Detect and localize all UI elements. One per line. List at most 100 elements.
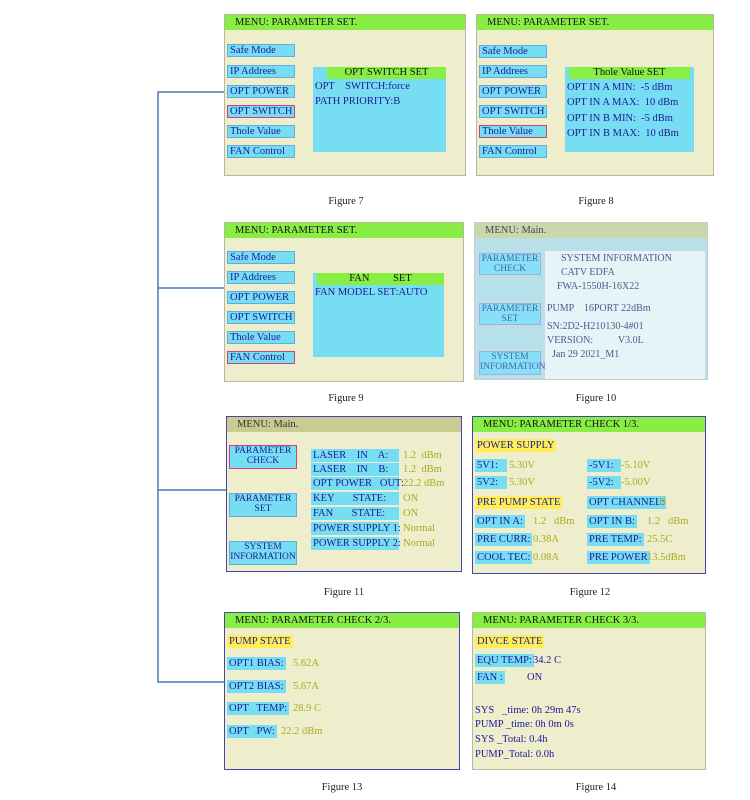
key-state-label: KEY STATE: (311, 492, 399, 505)
opt-channel-value: B (659, 497, 667, 508)
menu-ip-address[interactable]: IP Addrees (227, 271, 295, 284)
opt-temp-label: OPT TEMP: (227, 702, 290, 715)
minus-5v1-label: -5V1: (587, 459, 621, 472)
sys-time-line: SYS _time: 0h 29m 47s (475, 705, 581, 716)
opt-in-a-min: OPT IN A MIN: -5 dBm (567, 82, 673, 93)
screen-header: MENU: PARAMETER CHECK 1/3. (473, 417, 705, 432)
opt-temp-value: 28.9 C (293, 703, 322, 714)
parameter-set-button[interactable]: PARAMETER SET (479, 303, 541, 325)
opt-pw-value: 22.2 dBm (281, 726, 323, 737)
opt-switch-line: OPT SWITCH:force (315, 81, 410, 92)
key-state-value: ON (403, 493, 419, 504)
menu-fan-control[interactable]: FAN Control (227, 351, 295, 364)
menu-ip-address[interactable]: IP Addrees (479, 65, 547, 78)
screen-header: MENU: PARAMETER SET. (225, 15, 465, 30)
equ-temp-value: 34.2 C (533, 655, 562, 666)
menu-opt-power[interactable]: OPT POWER (227, 291, 295, 304)
screen-header: MENU: PARAMETER CHECK 2/3. (225, 613, 459, 628)
parameter-check-button[interactable]: PARAMETER CHECK (229, 445, 297, 469)
power-supply-1-value: Normal (403, 523, 436, 534)
figure8-caption: Figure 8 (578, 196, 614, 207)
figure9-screen: MENU: PARAMETER SET. Safe Mode IP Addree… (224, 222, 464, 382)
menu-opt-switch[interactable]: OPT SWITCH (227, 105, 295, 118)
opt-power-out-value: 22.2 dBm (403, 478, 445, 489)
fan-value: ON (527, 672, 543, 683)
menu-thole-value[interactable]: Thole Value (227, 125, 295, 138)
parameter-check-button[interactable]: PARAMETER CHECK (479, 253, 541, 275)
5v2-label: 5V2: (475, 476, 507, 489)
figure8-screen: MENU: PARAMETER SET. Safe Mode IP Addree… (476, 14, 714, 176)
power-supply-2-label: POWER SUPPLY 2: (311, 537, 401, 550)
divce-state-heading: DIVCE STATE (475, 635, 545, 648)
laser-in-a-value: 1.2 dBm (403, 450, 442, 461)
laser-in-b-value: 1.2 dBm (403, 464, 442, 475)
menu-safe-mode[interactable]: Safe Mode (479, 45, 547, 58)
opt2-bias-value: 5.67A (293, 681, 319, 692)
pump-state-heading: PUMP STATE (227, 635, 293, 648)
cool-tec-label: COOL TEC: (475, 551, 533, 564)
sysinfo-title: SYSTEM INFORMATION (561, 253, 672, 264)
menu-fan-control[interactable]: FAN Control (479, 145, 547, 158)
opt-in-b-label: OPT IN B: (587, 515, 637, 528)
sysinfo-version: VERSION: V3.0L (547, 335, 644, 346)
fan-model-line: FAN MODEL SET:AUTO (315, 287, 428, 298)
menu-opt-power[interactable]: OPT POWER (479, 85, 547, 98)
menu-safe-mode[interactable]: Safe Mode (227, 44, 295, 57)
path-priority-line: PATH PRIORITY:B (315, 96, 401, 107)
power-supply-1-label: POWER SUPPLY 1: (311, 522, 401, 535)
figure10-caption: Figure 10 (575, 393, 617, 404)
opt-in-b-value: 1.2 dBm (647, 516, 689, 527)
cool-tec-value: 0.08A (533, 552, 559, 563)
fan-label: FAN : (475, 671, 505, 684)
5v1-label: 5V1: (475, 459, 507, 472)
power-supply-heading: POWER SUPPLY (475, 439, 557, 452)
menu-fan-control[interactable]: FAN Control (227, 145, 295, 158)
sysinfo-model: FWA-1550H-16X22 (557, 281, 640, 292)
opt-in-b-max: OPT IN B MAX: 10 dBm (567, 128, 679, 139)
screen-header: MENU: Main. (227, 417, 461, 432)
fan-state-value: ON (403, 508, 419, 519)
equ-temp-label: EQU TEMP: (475, 654, 534, 667)
pre-pump-state-heading: PRE PUMP STATE (475, 496, 563, 509)
pre-power-value: 13.5dBm (647, 552, 686, 563)
minus-5v1-value: -5.10V (621, 460, 651, 471)
opt-in-a-value: 1.2 dBm (533, 516, 575, 527)
panel-title: FAN SET (317, 273, 444, 285)
menu-thole-value[interactable]: Thole Value (227, 331, 295, 344)
fan-state-label: FAN STATE: (311, 507, 399, 520)
figure7-caption: Figure 7 (328, 196, 364, 207)
system-information-button[interactable]: SYSTEM INFORMATION (229, 541, 297, 565)
menu-safe-mode[interactable]: Safe Mode (227, 251, 295, 264)
figure14-screen: MENU: PARAMETER CHECK 3/3. DIVCE STATE E… (472, 612, 706, 770)
menu-ip-address[interactable]: IP Addrees (227, 65, 295, 78)
pre-curr-value: 0.38A (533, 534, 559, 545)
menu-thole-value[interactable]: Thole Value (479, 125, 547, 138)
figure13-screen: MENU: PARAMETER CHECK 2/3. PUMP STATE OP… (224, 612, 460, 770)
pre-power-label: PRE POWER (587, 551, 650, 564)
screen-header: MENU: PARAMETER CHECK 3/3. (473, 613, 705, 628)
panel-title: OPT SWITCH SET (327, 67, 446, 79)
pre-temp-value: 25.5C (647, 534, 673, 545)
menu-opt-switch[interactable]: OPT SWITCH (227, 311, 295, 324)
power-supply-2-value: Normal (403, 538, 436, 549)
minus-5v2-value: -5.00V (621, 477, 651, 488)
screen-header: MENU: PARAMETER SET. (225, 223, 463, 238)
bracket-connector (157, 91, 226, 683)
menu-opt-switch[interactable]: OPT SWITCH (479, 105, 547, 118)
pump-time-line: PUMP _time: 0h 0m 0s (475, 719, 574, 730)
figure11-caption: Figure 11 (323, 587, 365, 598)
screen-header: MENU: Main. (475, 223, 707, 238)
system-information-button[interactable]: SYSTEM INFORMATION (479, 351, 545, 375)
menu-opt-power[interactable]: OPT POWER (227, 85, 295, 98)
opt1-bias-label: OPT1 BIAS: (227, 657, 286, 670)
5v1-value: 5.30V (509, 460, 535, 471)
pre-temp-label: PRE TEMP: (587, 533, 644, 546)
figure12-caption: Figure 12 (569, 587, 611, 598)
parameter-set-button[interactable]: PARAMETER SET (229, 493, 297, 517)
sysinfo-date: Jan 29 2021_M1 (547, 349, 620, 360)
thole-value-panel: Thole Value SET OPT IN A MIN: -5 dBm OPT… (565, 67, 694, 152)
opt-in-a-label: OPT IN A: (475, 515, 525, 528)
sys-total-line: SYS _Total: 0.4h (475, 734, 548, 745)
opt-switch-panel: OPT SWITCH SET OPT SWITCH:force PATH PRI… (313, 67, 446, 152)
opt2-bias-label: OPT2 BIAS: (227, 680, 286, 693)
